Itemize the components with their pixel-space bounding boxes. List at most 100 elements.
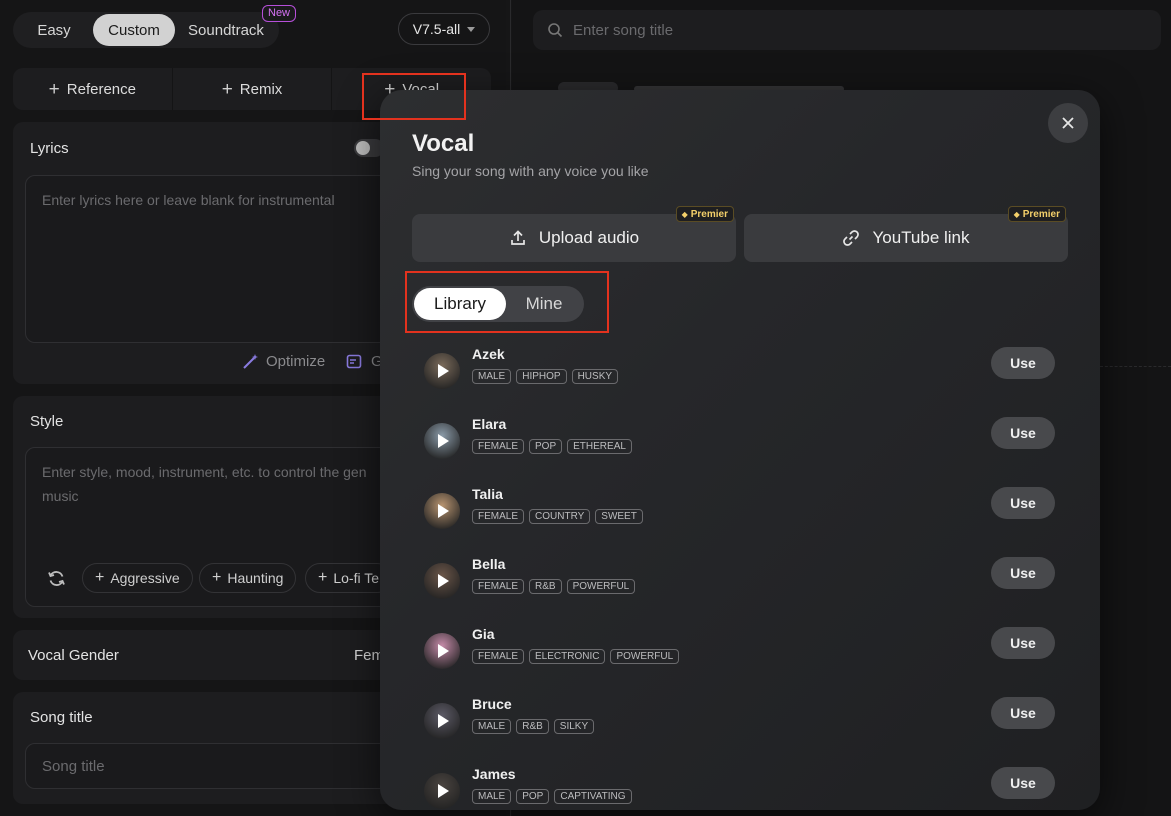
- link-icon: [843, 230, 860, 246]
- voice-tag: R&B: [529, 579, 562, 594]
- use-voice-button[interactable]: Use: [991, 417, 1055, 449]
- plus-icon: +: [48, 78, 60, 100]
- voice-tags: MALE POP CAPTIVATING: [472, 789, 632, 804]
- voice-tag: ETHEREAL: [567, 439, 632, 454]
- search-input[interactable]: Enter song title: [533, 10, 1161, 50]
- caret-down-icon: [467, 26, 476, 32]
- youtube-link-button[interactable]: YouTube link ◆ Premier: [744, 206, 1068, 262]
- upload-icon: [511, 230, 525, 245]
- premium-label: Premier: [690, 208, 728, 220]
- voice-tag: COUNTRY: [529, 509, 591, 524]
- tab-custom[interactable]: Custom: [93, 14, 175, 46]
- voice-row: James MALE POP CAPTIVATING Use: [424, 766, 1056, 810]
- voice-tags: MALE R&B SILKY: [472, 719, 595, 734]
- voice-avatar[interactable]: [424, 633, 460, 669]
- premium-badge: ◆ Premier: [1007, 206, 1066, 222]
- play-icon: [438, 644, 449, 658]
- play-icon: [438, 504, 449, 518]
- use-voice-button[interactable]: Use: [991, 767, 1055, 799]
- voice-tag: FEMALE: [472, 509, 525, 524]
- voice-avatar[interactable]: [424, 353, 460, 389]
- play-icon: [438, 784, 449, 798]
- plus-icon: +: [95, 569, 105, 586]
- voice-tag: MALE: [472, 369, 512, 384]
- voice-tags: MALE HIPHOP HUSKY: [472, 369, 619, 384]
- highlight-vocal-button: [362, 73, 466, 120]
- optimize-label: Optimize: [266, 353, 326, 370]
- refresh-icon[interactable]: [47, 569, 66, 593]
- vocal-gender-title: Vocal Gender: [28, 647, 119, 664]
- use-voice-button[interactable]: Use: [991, 627, 1055, 659]
- plus-icon: +: [221, 78, 233, 100]
- use-voice-button[interactable]: Use: [991, 487, 1055, 519]
- add-reference-button[interactable]: + Reference: [13, 68, 173, 110]
- voice-tag: POWERFUL: [610, 649, 680, 664]
- modal-subtitle: Sing your song with any voice you like: [412, 163, 649, 179]
- new-badge: New: [262, 5, 297, 22]
- mode-tabs: Easy Custom Soundtrack: [13, 12, 279, 48]
- voice-tag: CAPTIVATING: [554, 789, 632, 804]
- style-title: Style: [30, 413, 64, 430]
- song-title-label: Song title: [30, 709, 93, 726]
- vocal-modal: Vocal Sing your song with any voice you …: [380, 90, 1100, 810]
- diamond-icon: ◆: [1013, 209, 1020, 219]
- voice-tag: MALE: [472, 789, 512, 804]
- highlight-library-tabs: [405, 271, 609, 333]
- generate-lyrics-button[interactable]: G: [346, 353, 383, 370]
- voice-avatar[interactable]: [424, 703, 460, 739]
- lyrics-title: Lyrics: [30, 140, 69, 157]
- voice-tag: POP: [529, 439, 563, 454]
- style-placeholder-line2: music: [42, 488, 79, 504]
- close-button[interactable]: [1048, 103, 1088, 143]
- play-icon: [438, 714, 449, 728]
- voice-name: Elara: [472, 416, 507, 432]
- close-icon: [1062, 117, 1074, 129]
- voice-name: Gia: [472, 626, 495, 642]
- style-chip-lofi[interactable]: + Lo-fi Te: [305, 563, 393, 593]
- youtube-link-label: YouTube link: [872, 228, 970, 247]
- voice-name: Talia: [472, 486, 503, 502]
- use-voice-button[interactable]: Use: [991, 697, 1055, 729]
- voice-avatar[interactable]: [424, 423, 460, 459]
- modal-title: Vocal: [412, 130, 475, 157]
- add-remix-button[interactable]: + Remix: [173, 68, 333, 110]
- voice-row: Gia FEMALE ELECTRONIC POWERFUL Use: [424, 626, 1056, 682]
- search-placeholder: Enter song title: [573, 21, 674, 39]
- version-select[interactable]: V7.5-all: [398, 13, 490, 45]
- use-voice-button[interactable]: Use: [991, 347, 1055, 379]
- tab-soundtrack[interactable]: Soundtrack: [175, 14, 277, 46]
- voice-row: Azek MALE HIPHOP HUSKY Use: [424, 346, 1056, 402]
- use-voice-button[interactable]: Use: [991, 557, 1055, 589]
- plus-icon: +: [318, 569, 328, 586]
- magic-wand-icon: [243, 354, 258, 369]
- upload-audio-button[interactable]: Upload audio ◆ Premier: [412, 206, 736, 262]
- chip-label: Haunting: [227, 570, 284, 586]
- voice-avatar[interactable]: [424, 493, 460, 529]
- version-label: V7.5-all: [412, 21, 461, 37]
- voice-tag: MALE: [472, 719, 512, 734]
- style-chip-haunting[interactable]: + Haunting: [199, 563, 297, 593]
- voice-avatar[interactable]: [424, 563, 460, 599]
- voice-tag: HUSKY: [571, 369, 619, 384]
- voice-row: Elara FEMALE POP ETHEREAL Use: [424, 416, 1056, 472]
- voice-name: James: [472, 766, 516, 782]
- voice-tag: ELECTRONIC: [529, 649, 606, 664]
- voice-tag: FEMALE: [472, 439, 525, 454]
- toggle-knob: [356, 141, 370, 155]
- premium-label: Premier: [1022, 208, 1060, 220]
- voice-name: Bella: [472, 556, 506, 572]
- voice-name: Bruce: [472, 696, 512, 712]
- voice-tag: SWEET: [595, 509, 643, 524]
- voice-avatar[interactable]: [424, 773, 460, 809]
- play-icon: [438, 364, 449, 378]
- voice-name: Azek: [472, 346, 505, 362]
- chip-label: Aggressive: [110, 570, 180, 586]
- voice-row: Talia FEMALE COUNTRY SWEET Use: [424, 486, 1056, 542]
- optimize-button[interactable]: Optimize: [242, 353, 325, 370]
- style-chip-aggressive[interactable]: + Aggressive: [82, 563, 193, 593]
- voice-tag: POP: [516, 789, 550, 804]
- diamond-icon: ◆: [681, 209, 688, 219]
- style-placeholder-line1: Enter style, mood, instrument, etc. to c…: [42, 464, 367, 480]
- tab-easy[interactable]: Easy: [15, 14, 93, 46]
- dashed-line: [1100, 366, 1171, 367]
